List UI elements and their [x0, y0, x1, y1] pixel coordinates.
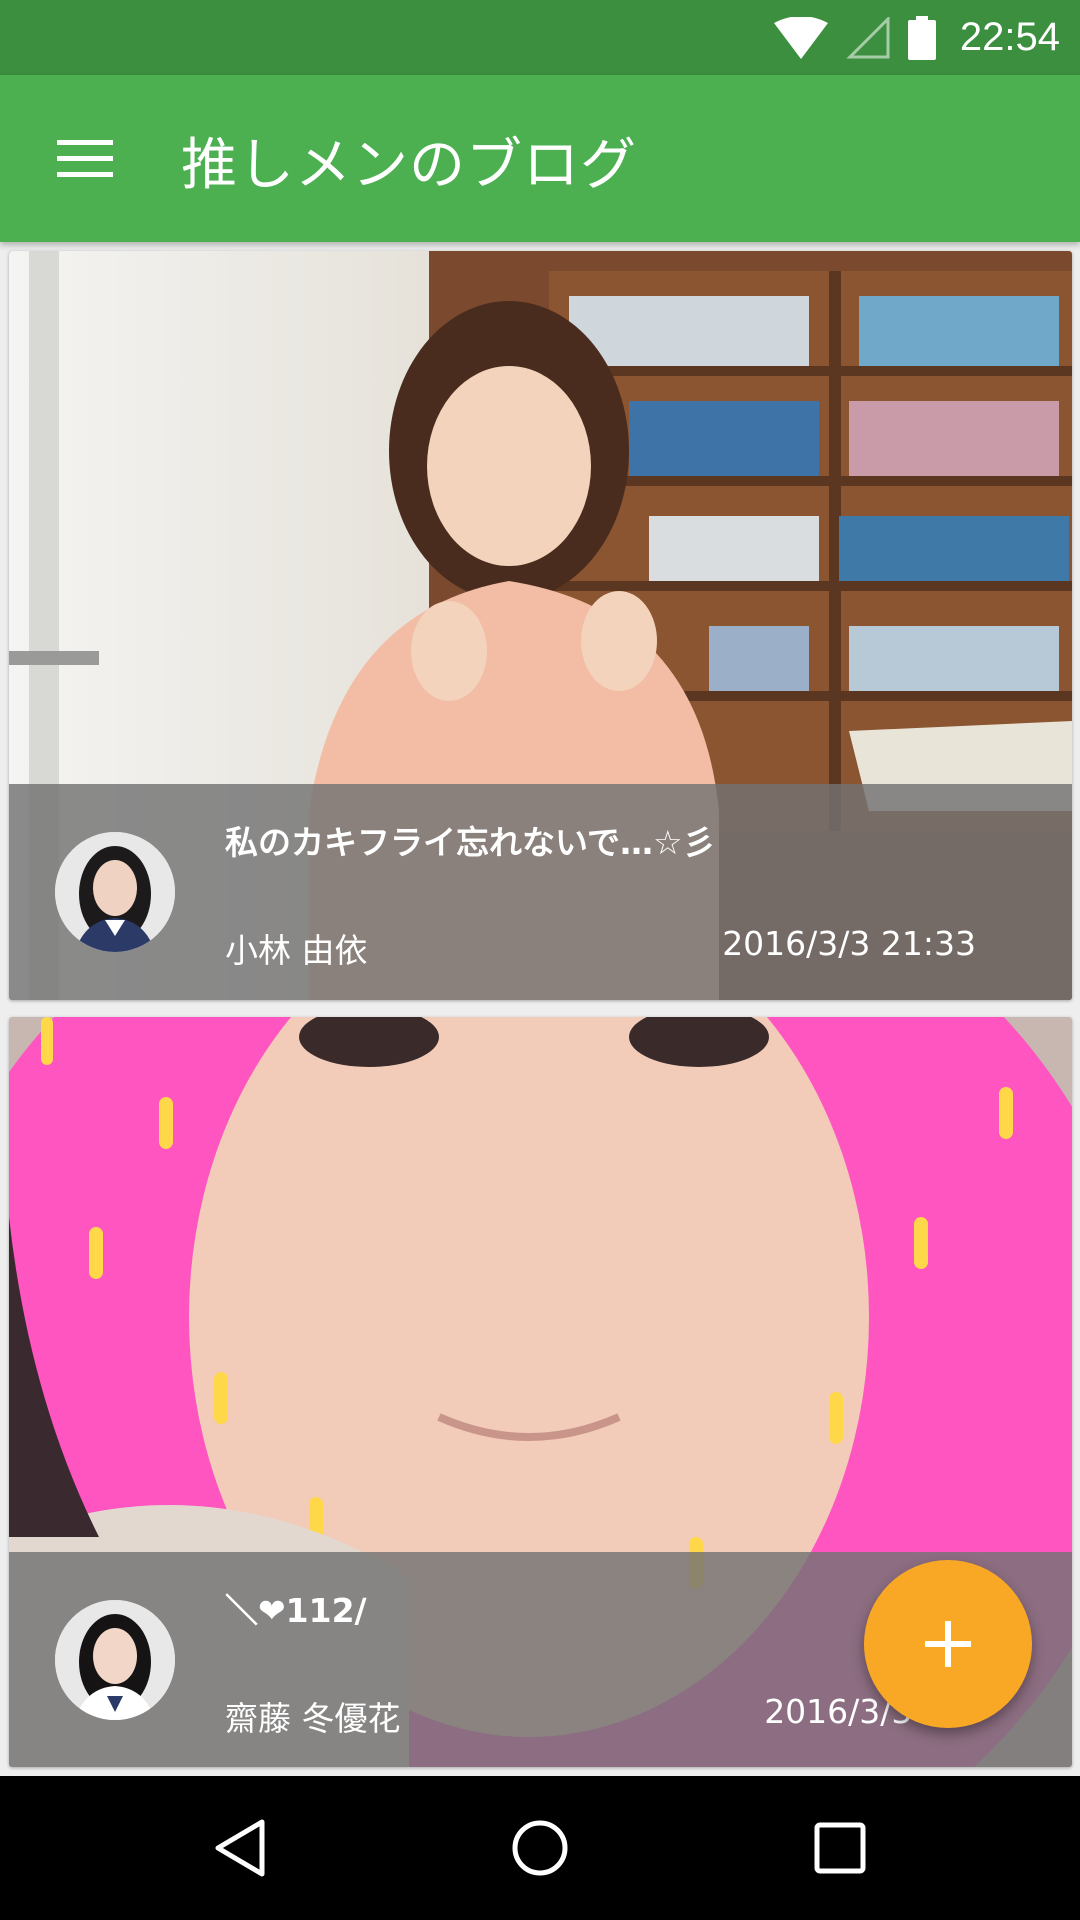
status-time: 22:54: [959, 15, 1060, 59]
status-icons: 22:54: [773, 0, 1060, 75]
author-avatar: [55, 1600, 175, 1720]
wifi-icon: [773, 16, 828, 59]
author-name: 齋藤 冬優花: [225, 1699, 401, 1738]
plus-icon: [925, 1621, 971, 1667]
hamburger-menu-icon: [57, 140, 113, 177]
status-bar: 22:54: [0, 0, 1080, 75]
app-title: 推しメンのブログ: [181, 133, 637, 198]
recents-button[interactable]: [795, 1803, 885, 1893]
post-title: ＼❤112/: [225, 1591, 367, 1630]
post-date: 2016/3/3 21:33: [722, 924, 976, 963]
author-avatar: [55, 832, 175, 952]
back-button[interactable]: [195, 1803, 285, 1893]
app-toolbar: 推しメンのブログ: [0, 75, 1080, 242]
home-icon: [512, 1820, 568, 1876]
battery-icon: [907, 15, 936, 60]
blog-post-card[interactable]: 私のカキフライ忘れないで…☆彡 小林 由依 2016/3/3 21:33: [9, 251, 1072, 1000]
home-button[interactable]: [495, 1803, 585, 1893]
post-title: 私のカキフライ忘れないで…☆彡: [225, 823, 716, 862]
add-fab-button[interactable]: [864, 1560, 1032, 1728]
author-name: 小林 由依: [225, 931, 368, 970]
post-info-overlay: 私のカキフライ忘れないで…☆彡 小林 由依 2016/3/3 21:33: [9, 784, 1072, 1000]
recents-icon: [814, 1822, 866, 1874]
cell-signal-icon: [846, 16, 890, 58]
menu-button[interactable]: [40, 113, 130, 203]
back-icon: [215, 1819, 265, 1877]
system-nav-bar: [0, 1776, 1080, 1920]
